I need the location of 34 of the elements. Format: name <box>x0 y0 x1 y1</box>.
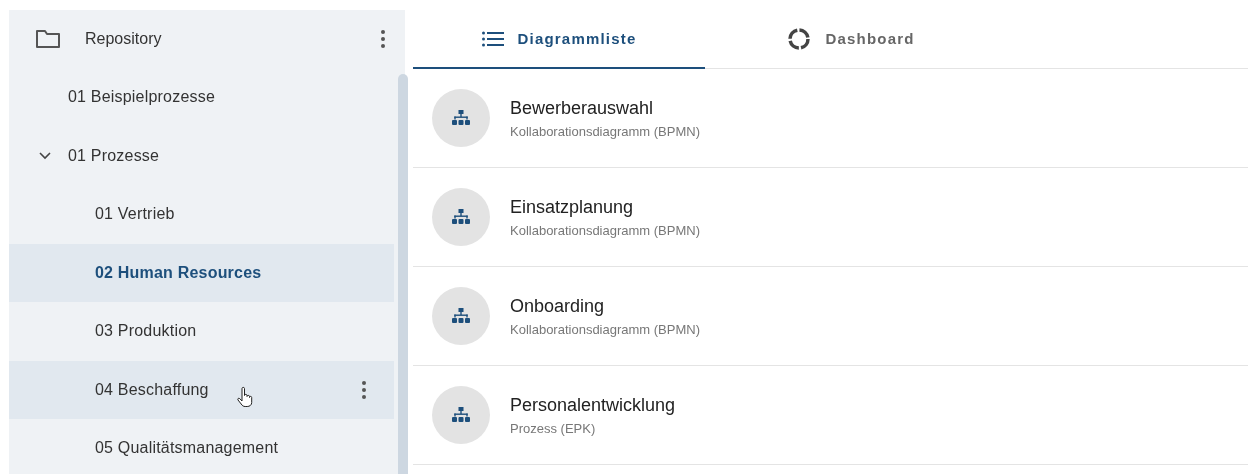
diagram-type: Kollaborationsdiagramm (BPMN) <box>510 123 700 139</box>
more-options-icon[interactable] <box>362 380 366 399</box>
repository-title: Repository <box>85 30 163 48</box>
tree-item[interactable]: 02 Human Resources <box>9 243 394 302</box>
tree-item[interactable]: 03 Produktion <box>9 302 394 361</box>
diagram-title: Personalentwicklung <box>510 394 676 416</box>
hierarchy-icon <box>452 407 470 423</box>
hierarchy-icon <box>452 209 470 225</box>
diagram-list-item[interactable]: Bewerberauswahl Kollaborationsdiagramm (BPMN) <box>413 69 1248 168</box>
diagram-list-item[interactable]: Einsatzplanung Kollaborationsdiagramm (BPMN) <box>413 168 1248 267</box>
more-options-icon[interactable] <box>381 30 385 48</box>
hierarchy-icon <box>452 308 470 324</box>
tree-item[interactable]: 04 Beschaffung <box>9 360 394 419</box>
tree-item[interactable]: 05 Qualitätsmanagement <box>9 419 394 474</box>
tab[interactable]: Dashboard <box>705 10 997 69</box>
tree-item[interactable]: 01 Vertrieb <box>9 185 394 244</box>
donut-chart-icon <box>787 26 812 51</box>
scrollbar[interactable] <box>398 74 408 474</box>
tab[interactable]: Diagrammliste <box>413 10 705 69</box>
diagram-title: Einsatzplanung <box>510 196 635 218</box>
folder-icon <box>35 29 61 49</box>
tree-item[interactable]: 01 Beispielprozesse <box>9 68 394 127</box>
hand-cursor-icon <box>236 385 253 408</box>
diagram-type: Kollaborationsdiagramm (BPMN) <box>510 222 700 238</box>
diagram-title: Bewerberauswahl <box>510 97 655 119</box>
hierarchy-icon <box>452 110 470 126</box>
tree-item[interactable]: 01 Prozesse <box>9 126 394 185</box>
diagram-title: Onboarding <box>510 295 606 317</box>
chevron-down-icon[interactable] <box>39 151 51 160</box>
diagram-type: Prozess (EPK) <box>510 420 597 436</box>
diagram-list-item[interactable]: Personalentwicklung Prozess (EPK) <box>413 366 1248 465</box>
list-icon <box>481 30 504 47</box>
diagram-list-item[interactable]: Onboarding Kollaborationsdiagramm (BPMN) <box>413 267 1248 366</box>
diagram-type: Kollaborationsdiagramm (BPMN) <box>510 321 700 337</box>
